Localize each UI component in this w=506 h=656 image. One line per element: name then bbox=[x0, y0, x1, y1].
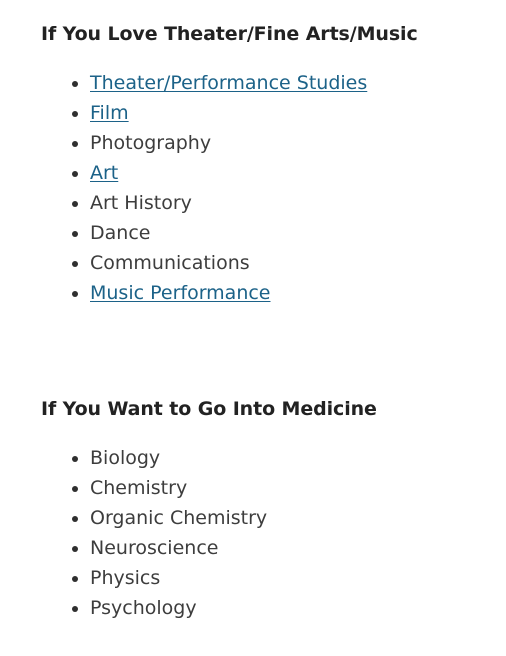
section-arts: If You Love Theater/Fine Arts/Music Thea… bbox=[0, 0, 506, 308]
major-text-chemistry: Chemistry bbox=[90, 477, 188, 499]
bullet-icon bbox=[72, 576, 78, 582]
list-item: Photography bbox=[0, 128, 506, 158]
bullet-icon bbox=[72, 606, 78, 612]
major-list-arts: Theater/Performance Studies Film Photogr… bbox=[0, 68, 506, 308]
list-item: Biology bbox=[0, 443, 506, 473]
bullet-icon bbox=[72, 111, 78, 117]
list-item: Theater/Performance Studies bbox=[0, 68, 506, 98]
bullet-icon bbox=[72, 141, 78, 147]
major-text-biology: Biology bbox=[90, 447, 161, 469]
major-list-medicine: Biology Chemistry Organic Chemistry Neur… bbox=[0, 443, 506, 623]
major-link-film[interactable]: Film bbox=[90, 102, 129, 124]
list-item: Art History bbox=[0, 188, 506, 218]
section-heading-arts: If You Love Theater/Fine Arts/Music bbox=[41, 23, 418, 45]
bullet-icon bbox=[72, 516, 78, 522]
major-text-art-history: Art History bbox=[90, 192, 192, 214]
bullet-icon bbox=[72, 261, 78, 267]
major-link-art[interactable]: Art bbox=[90, 162, 118, 184]
major-text-psychology: Psychology bbox=[90, 597, 197, 619]
list-item: Art bbox=[0, 158, 506, 188]
list-item: Psychology bbox=[0, 593, 506, 623]
content-page: If You Love Theater/Fine Arts/Music Thea… bbox=[0, 0, 506, 656]
major-text-neuroscience: Neuroscience bbox=[90, 537, 219, 559]
list-item: Dance bbox=[0, 218, 506, 248]
list-item: Neuroscience bbox=[0, 533, 506, 563]
major-text-communications: Communications bbox=[90, 252, 250, 274]
major-text-physics: Physics bbox=[90, 567, 161, 589]
major-text-organic-chemistry: Organic Chemistry bbox=[90, 507, 268, 529]
list-item: Physics bbox=[0, 563, 506, 593]
bullet-icon bbox=[72, 486, 78, 492]
major-text-photography: Photography bbox=[90, 132, 212, 154]
bullet-icon bbox=[72, 171, 78, 177]
section-heading-medicine: If You Want to Go Into Medicine bbox=[41, 398, 377, 420]
major-link-music-performance[interactable]: Music Performance bbox=[90, 282, 271, 304]
bullet-icon bbox=[72, 546, 78, 552]
list-item: Communications bbox=[0, 248, 506, 278]
major-text-dance: Dance bbox=[90, 222, 151, 244]
bullet-icon bbox=[72, 231, 78, 237]
bullet-icon bbox=[72, 201, 78, 207]
section-medicine: If You Want to Go Into Medicine Biology … bbox=[0, 396, 506, 623]
bullet-icon bbox=[72, 81, 78, 87]
list-item: Organic Chemistry bbox=[0, 503, 506, 533]
list-item: Chemistry bbox=[0, 473, 506, 503]
list-item: Music Performance bbox=[0, 278, 506, 308]
bullet-icon bbox=[72, 291, 78, 297]
bullet-icon bbox=[72, 456, 78, 462]
list-item: Film bbox=[0, 98, 506, 128]
major-link-theater-performance-studies[interactable]: Theater/Performance Studies bbox=[90, 72, 367, 94]
